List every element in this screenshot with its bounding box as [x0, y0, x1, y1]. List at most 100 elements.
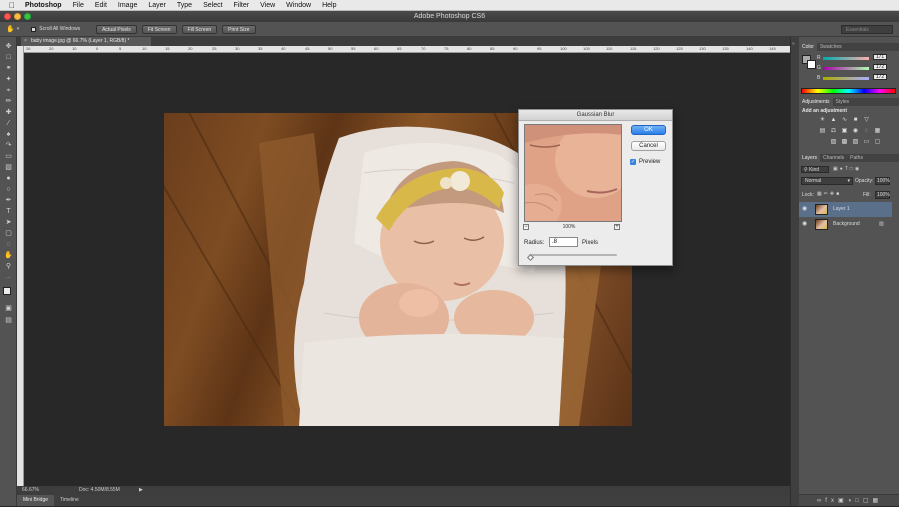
hand-tool-icon[interactable]: ✋ — [4, 252, 13, 260]
type-tool-icon[interactable]: T — [4, 208, 13, 216]
tab-paths[interactable]: Paths — [847, 154, 866, 162]
foreground-color-swatch[interactable] — [3, 287, 11, 295]
fill-input[interactable]: 100% — [875, 191, 890, 199]
threshold-icon[interactable]: ▧ — [852, 139, 859, 145]
brightness-contrast-icon[interactable]: ☀ — [819, 117, 826, 123]
eraser-tool-icon[interactable]: ▭ — [4, 153, 13, 161]
color-lookup-icon[interactable]: ▦ — [874, 128, 881, 134]
layer-kind-filter[interactable]: ⚲ Kind — [801, 166, 829, 173]
actual-pixels-button[interactable]: Actual Pixels — [96, 24, 137, 34]
color-background-swatch[interactable] — [807, 60, 816, 69]
collapse-panels-icon[interactable]: » — [792, 41, 795, 47]
layer-style-icon[interactable]: fx — [825, 498, 838, 504]
print-size-button[interactable]: Print Size — [222, 24, 256, 34]
workspace-switcher[interactable]: Essentials — [841, 24, 893, 34]
eyedropper-tool-icon[interactable]: ✏ — [4, 98, 13, 106]
lasso-tool-icon[interactable]: ⚭ — [4, 65, 13, 73]
new-layer-icon[interactable]: ▢ — [863, 498, 873, 504]
scroll-all-windows-checkbox[interactable] — [31, 26, 37, 32]
move-tool-icon[interactable]: ✥ — [4, 43, 13, 51]
quick-select-tool-icon[interactable]: ✦ — [4, 76, 13, 84]
brush-tool-icon[interactable]: ⁄ — [4, 120, 13, 128]
layer-row-background[interactable]: ◉ Background ▨ — [799, 217, 892, 232]
document-tab[interactable]: × baby image.jpg @ 66.7% (Layer 1, RGB/8… — [21, 37, 151, 46]
tab-mini-bridge[interactable]: Mini Bridge — [17, 495, 55, 506]
marquee-tool-icon[interactable]: □ — [4, 54, 13, 62]
status-menu-arrow-icon[interactable]: ▶ — [139, 486, 143, 495]
delete-layer-icon[interactable]: ▦ — [873, 498, 883, 504]
layer-name[interactable]: Layer 1 — [833, 202, 850, 217]
zoom-window-icon[interactable] — [24, 13, 31, 20]
menu-image[interactable]: Image — [113, 0, 143, 11]
tab-layers[interactable]: Layers — [799, 154, 821, 162]
tab-channels[interactable]: Channels — [820, 154, 847, 162]
dodge-tool-icon[interactable]: ○ — [4, 186, 13, 194]
menu-view[interactable]: View — [255, 0, 281, 11]
blend-mode-select[interactable]: Normal ▾ — [801, 177, 853, 185]
layer-name[interactable]: Background — [833, 217, 860, 232]
more-tools-icon[interactable]: ⋯ — [4, 274, 13, 282]
crop-tool-icon[interactable]: ⌖ — [4, 87, 13, 95]
tab-adjustments[interactable]: Adjustments — [799, 98, 833, 106]
history-brush-tool-icon[interactable]: ↷ — [4, 142, 13, 150]
menu-select[interactable]: Select — [198, 0, 228, 11]
gradient-map-icon[interactable]: ▭ — [863, 139, 870, 145]
opacity-input[interactable]: 100% — [875, 177, 890, 185]
pen-tool-icon[interactable]: ✒ — [4, 197, 13, 205]
apple-icon[interactable]:  — [0, 0, 20, 11]
exposure-icon[interactable]: ■ — [852, 117, 859, 123]
close-window-icon[interactable] — [4, 13, 11, 20]
vibrance-icon[interactable]: ▽ — [863, 117, 870, 123]
radius-input[interactable]: .8 — [549, 237, 578, 247]
hue-saturation-icon[interactable]: ▤ — [819, 128, 826, 134]
menu-filter[interactable]: Filter — [229, 0, 256, 11]
tab-swatches[interactable]: Swatches — [817, 43, 845, 51]
path-selection-tool-icon[interactable]: ➤ — [4, 219, 13, 227]
visibility-eye-icon[interactable]: ◉ — [802, 217, 807, 232]
menu-edit[interactable]: Edit — [90, 0, 113, 11]
healing-brush-tool-icon[interactable]: ✚ — [4, 109, 13, 117]
levels-icon[interactable]: ▲ — [830, 117, 837, 123]
menu-app-name[interactable]: Photoshop — [20, 0, 68, 11]
quick-mask-icon[interactable]: ▣ — [4, 305, 13, 313]
photo-filter-icon[interactable]: ◉ — [852, 128, 859, 134]
clone-stamp-tool-icon[interactable]: ♠ — [4, 131, 13, 139]
zoom-out-icon[interactable]: − — [523, 224, 529, 230]
menu-help[interactable]: Help — [317, 0, 342, 11]
tab-color[interactable]: Color — [799, 43, 817, 51]
ok-button[interactable]: OK — [631, 125, 666, 135]
fit-screen-button[interactable]: Fit Screen — [141, 24, 177, 34]
blue-slider[interactable] — [823, 77, 869, 80]
posterize-icon[interactable]: ▩ — [841, 139, 848, 145]
layer-row-layer-1[interactable]: ◉ Layer 1 — [799, 202, 892, 217]
tab-timeline[interactable]: Timeline — [54, 495, 85, 506]
menu-layer[interactable]: Layer — [143, 0, 172, 11]
blue-value[interactable]: 172 — [873, 74, 887, 80]
invert-icon[interactable]: ▨ — [830, 139, 837, 145]
color-spectrum-bar[interactable] — [801, 88, 896, 94]
fill-screen-button[interactable]: Fill Screen — [181, 24, 218, 34]
gradient-tool-icon[interactable]: ▧ — [4, 164, 13, 172]
cancel-button[interactable]: Cancel — [631, 141, 666, 151]
menu-type[interactable]: Type — [172, 0, 198, 11]
lock-icons[interactable]: ▦✏✥■ — [817, 191, 841, 197]
red-value[interactable]: 171 — [873, 54, 887, 60]
shape-tool-icon[interactable]: ▢ — [4, 230, 13, 238]
tab-styles[interactable]: Styles — [833, 98, 853, 106]
preview-checkbox[interactable]: ✓ — [630, 159, 636, 165]
new-group-icon[interactable]: □ — [855, 498, 863, 504]
channel-mixer-icon[interactable]: ◌ — [863, 128, 870, 134]
add-mask-icon[interactable]: ▣ — [838, 498, 848, 504]
visibility-eye-icon[interactable]: ◉ — [802, 202, 807, 217]
curves-icon[interactable]: ∿ — [841, 117, 848, 123]
green-slider[interactable] — [823, 67, 869, 70]
screen-mode-icon[interactable]: ▤ — [4, 317, 13, 325]
zoom-level[interactable]: 66.67% — [22, 486, 39, 495]
menu-file[interactable]: File — [68, 0, 90, 11]
zoom-in-icon[interactable]: + — [614, 224, 620, 230]
color-balance-icon[interactable]: ⚖ — [830, 128, 837, 134]
menu-window[interactable]: Window — [281, 0, 317, 11]
blur-preview-window[interactable] — [524, 124, 622, 222]
black-white-icon[interactable]: ▣ — [841, 128, 848, 134]
minimize-window-icon[interactable] — [14, 13, 21, 20]
